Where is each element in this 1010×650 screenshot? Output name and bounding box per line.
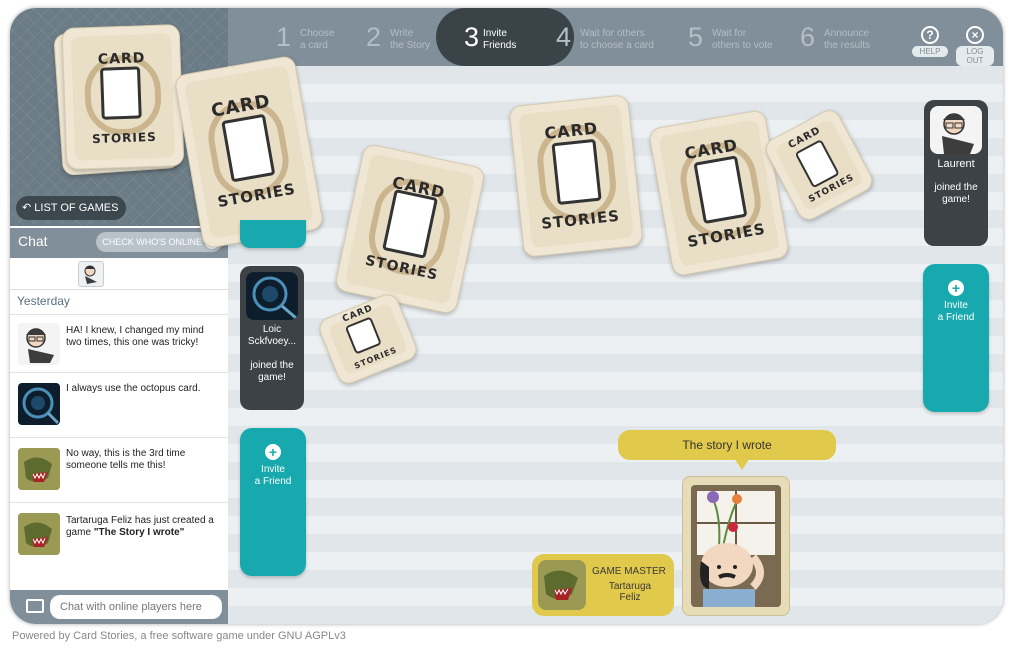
- logout-button[interactable]: × LOG OUT: [956, 26, 994, 66]
- player-slot-loic: Loic Sckfvoey... joined the game!: [240, 266, 304, 410]
- plus-icon: +: [265, 444, 281, 460]
- story-card-illustration: [691, 485, 781, 607]
- player-status: joined the game!: [934, 182, 978, 205]
- chat-header: Chat CHECK WHO'S ONLINE ›: [10, 228, 228, 258]
- chat-title: Chat: [18, 233, 48, 249]
- chat-input-bar: [10, 590, 228, 624]
- chat-message: HA! I knew, I changed my mind two times,…: [10, 314, 228, 372]
- step-bar: 1 Choose a card 2 Write the Story 3 Invite…: [228, 8, 1003, 66]
- chat-bubble-icon: [26, 599, 44, 613]
- avatar: [246, 272, 298, 320]
- game-master-name: Tartaruga Feliz: [608, 581, 652, 603]
- chat-input[interactable]: [50, 595, 222, 619]
- story-bubble-tail: [734, 458, 750, 470]
- avatar: [18, 383, 60, 425]
- deck-card: CARD STORIES: [61, 23, 185, 171]
- step-label: Invite Friends: [483, 28, 517, 51]
- avatar: [538, 560, 586, 610]
- game-master-title: GAME MASTER: [592, 566, 666, 577]
- step-announce: 6 Announce the results: [800, 8, 910, 66]
- invite-friend-button[interactable]: + Invite a Friend: [923, 264, 989, 412]
- game-master-card[interactable]: [682, 476, 790, 616]
- footer-credit: Powered by Card Stories, a free software…: [12, 630, 346, 642]
- help-icon: ?: [921, 26, 939, 44]
- step-label: Wait for others to vote: [712, 28, 773, 51]
- step-label: Wait for others to choose a card: [580, 28, 654, 51]
- player-slot-laurent: Laurent joined the game!: [924, 100, 988, 246]
- avatar: [930, 106, 982, 154]
- step-label: Announce the results: [824, 28, 871, 51]
- avatar: [18, 323, 60, 365]
- close-icon: ×: [966, 26, 984, 44]
- invite-friend-button[interactable]: + Invite a Friend: [240, 428, 306, 576]
- step-invite-friends: 3 Invite Friends: [436, 8, 574, 66]
- list-of-games-button[interactable]: ↶ LIST OF GAMES: [16, 196, 127, 220]
- back-arrow-icon: ↶: [22, 202, 35, 214]
- chat-message: Tartaruga Feliz has just created a game …: [10, 502, 228, 572]
- step-wait-vote: 5 Wait for others to vote: [688, 8, 798, 66]
- chat-message: I always use the octopus card.: [10, 372, 228, 437]
- day-separator: Yesterday: [17, 294, 70, 308]
- player-status: joined the game!: [250, 360, 294, 383]
- game-card[interactable]: CARD STORIES: [508, 94, 644, 258]
- avatar: [18, 448, 60, 490]
- chat-message: No way, this is the 3rd time someone tel…: [10, 437, 228, 502]
- game-master-badge: GAME MASTER Tartaruga Feliz: [532, 554, 674, 616]
- help-button[interactable]: ? HELP: [912, 26, 948, 62]
- story-bubble: The story I wrote: [618, 430, 836, 460]
- avatar: [18, 513, 60, 555]
- player-name: Loic Sckfvoey...: [247, 324, 297, 347]
- plus-icon: +: [948, 280, 964, 296]
- game-window: 1 Choose a card 2 Write the Story 3 Invite…: [10, 8, 1003, 624]
- avatar[interactable]: [78, 261, 104, 287]
- online-players: [10, 258, 228, 290]
- player-name: Laurent: [937, 158, 975, 170]
- invite-slot-partial[interactable]: [240, 220, 306, 248]
- step-wait-choose: 4 Wait for others to choose a card: [556, 8, 676, 66]
